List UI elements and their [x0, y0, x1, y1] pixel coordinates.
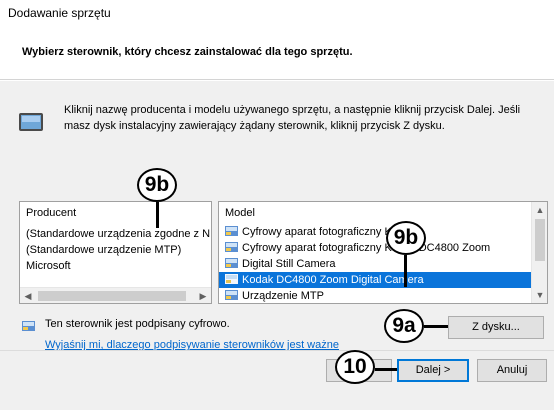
- model-item[interactable]: Urządzenie MTP: [219, 288, 531, 303]
- device-driver-icon: [225, 242, 238, 252]
- model-item[interactable]: Cyfrowy aparat fotograficzny K: [219, 224, 531, 240]
- manufacturer-item[interactable]: Microsoft: [20, 258, 210, 274]
- window-title: Dodawanie sprzętu: [8, 6, 111, 20]
- callout-leader: [424, 325, 448, 328]
- callout-badge: 9a: [384, 309, 424, 343]
- page-heading: Wybierz sterownik, który chcesz zainstal…: [22, 46, 353, 58]
- scroll-up-icon[interactable]: ▲: [532, 202, 547, 218]
- manufacturer-list[interactable]: Producent (Standardowe urządzenia zgodne…: [19, 201, 212, 304]
- scroll-thumb[interactable]: [38, 291, 186, 301]
- device-icon: [19, 113, 43, 131]
- model-item-label: Digital Still Camera: [242, 258, 336, 270]
- callout-badge: 9b: [137, 168, 177, 202]
- instructions-text: Kliknij nazwę producenta i modelu używan…: [64, 104, 521, 132]
- wizard-footer: [0, 350, 554, 410]
- manufacturer-item[interactable]: (Standardowe urządzenia zgodne z N: [20, 226, 210, 242]
- model-item-selected[interactable]: Kodak DC4800 Zoom Digital Camera: [219, 272, 531, 288]
- device-driver-icon: [225, 258, 238, 268]
- scroll-thumb[interactable]: [535, 219, 545, 261]
- manufacturer-list-header: Producent: [26, 207, 77, 219]
- device-driver-icon: [225, 290, 238, 300]
- manufacturer-item[interactable]: (Standardowe urządzenie MTP): [20, 242, 210, 258]
- model-item-label: Kodak DC4800 Zoom Digital Camera: [242, 274, 424, 286]
- callout-leader: [375, 368, 397, 371]
- manufacturer-hscrollbar[interactable]: ◀ ▶: [20, 287, 211, 303]
- have-disk-button[interactable]: Z dysku...: [448, 316, 544, 339]
- model-item-label: Cyfrowy aparat fotograficzny K: [242, 226, 392, 238]
- callout-leader: [156, 202, 159, 228]
- model-item-label: Urządzenie MTP: [242, 290, 324, 302]
- model-item[interactable]: Digital Still Camera: [219, 256, 531, 272]
- wizard-header: Dodawanie sprzętu Wybierz sterownik, któ…: [0, 0, 554, 80]
- device-driver-icon: [225, 274, 238, 284]
- cancel-button[interactable]: Anuluj: [477, 359, 547, 382]
- device-driver-icon: [225, 226, 238, 236]
- callout-badge: 10: [335, 350, 375, 384]
- signed-driver-text: Ten sterownik jest podpisany cyfrowo.: [45, 318, 230, 330]
- driver-signed-icon: [22, 321, 35, 331]
- callout-badge: 9b: [386, 221, 426, 255]
- model-vscrollbar[interactable]: ▲ ▼: [531, 202, 547, 303]
- next-button[interactable]: Dalej >: [397, 359, 469, 382]
- model-list[interactable]: Model Cyfrowy aparat fotograficzny K Cyf…: [218, 201, 548, 304]
- scroll-right-icon[interactable]: ▶: [195, 288, 211, 303]
- scroll-down-icon[interactable]: ▼: [532, 287, 547, 303]
- callout-leader: [404, 255, 407, 287]
- model-list-header: Model: [225, 207, 255, 219]
- model-item[interactable]: Cyfrowy aparat fotograficzny Kodak DC480…: [219, 240, 531, 256]
- scroll-left-icon[interactable]: ◀: [20, 288, 36, 303]
- model-item-label: Cyfrowy aparat fotograficzny Kodak DC480…: [242, 242, 491, 254]
